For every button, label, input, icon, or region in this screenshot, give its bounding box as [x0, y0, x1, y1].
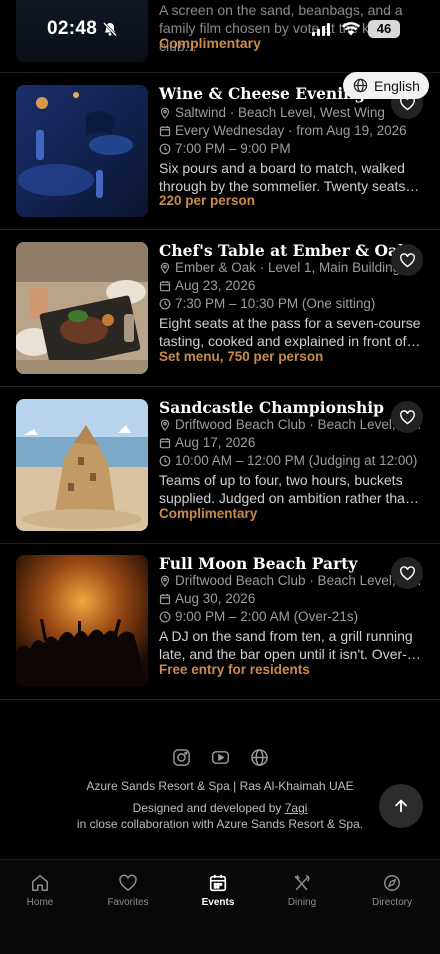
event-thumbnail [16, 555, 148, 687]
clock-icon [159, 143, 171, 154]
map-pin-icon [160, 575, 170, 587]
nav-events[interactable]: Events [174, 873, 262, 908]
event-location: Driftwood Beach Club · Beach Level, East… [159, 573, 423, 588]
compass-icon [384, 875, 400, 891]
event-location: Ember & Oak · Level 1, Main Building [159, 260, 423, 275]
event-title: Wine & Cheese Evening [159, 84, 366, 103]
event-date: Aug 17, 2026 [159, 435, 423, 450]
nav-dining[interactable]: Dining [258, 873, 346, 908]
event-title: Chef's Table at Ember & Oak [159, 241, 409, 260]
calendar-icon [159, 125, 171, 136]
heart-icon [399, 409, 415, 424]
language-switcher[interactable]: English [343, 72, 429, 99]
home-icon [32, 875, 48, 891]
event-time: 7:30 PM – 10:30 PM (One sitting) [159, 296, 423, 311]
calendar-icon [159, 280, 171, 291]
youtube-icon[interactable] [211, 748, 230, 767]
credit-link[interactable]: 7agi [285, 801, 308, 815]
language-label: English [374, 77, 420, 94]
event-price: Free entry for residents [159, 662, 310, 677]
event-title: Sandcastle Championship [159, 398, 384, 417]
heart-icon [399, 252, 415, 267]
event-time: 10:00 AM – 12:00 PM (Judging at 12:00) [159, 453, 423, 468]
event-location: Saltwind · Beach Level, West Wing [159, 105, 423, 120]
favorite-button[interactable] [391, 401, 423, 433]
status-bar: 02:48 46 [0, 0, 440, 60]
event-date: Aug 30, 2026 [159, 591, 423, 606]
event-item[interactable]: Full Moon Beach Party Driftwood Beach Cl… [0, 543, 440, 700]
map-pin-icon [160, 262, 170, 274]
heart-icon [119, 874, 137, 892]
bottom-navigation: Home Favorites Events Dining Directory [0, 859, 440, 954]
footer-credit: Designed and developed by 7agi [132, 801, 308, 815]
event-date: Aug 23, 2026 [159, 278, 423, 293]
event-thumbnail [16, 399, 148, 531]
calendar-icon [159, 593, 171, 604]
globe-icon[interactable] [250, 748, 269, 767]
calendar-icon [159, 437, 171, 448]
event-thumbnail [16, 85, 148, 217]
event-location: Driftwood Beach Club · Beach Level, East… [159, 417, 423, 432]
favorite-button[interactable] [391, 557, 423, 589]
clock-icon [159, 298, 171, 309]
event-description: Teams of up to four, two hours, buckets … [159, 472, 423, 506]
heart-icon [399, 565, 415, 580]
status-time: 02:48 [47, 18, 98, 39]
map-pin-icon [160, 107, 170, 119]
favorite-button[interactable] [391, 244, 423, 276]
event-item[interactable]: Chef's Table at Ember & Oak Ember & Oak … [0, 230, 440, 387]
footer-resort: Azure Sands Resort & Spa | Ras Al-Khaima… [86, 779, 354, 793]
nav-directory[interactable]: Directory [348, 873, 436, 908]
clock-icon [159, 611, 171, 622]
calendar-icon [209, 874, 227, 892]
social-links [0, 748, 440, 767]
event-price: 220 per person [159, 193, 256, 208]
event-item[interactable]: Sandcastle Championship Driftwood Beach … [0, 387, 440, 544]
map-pin-icon [160, 419, 170, 431]
event-price: Complimentary [159, 506, 258, 521]
globe-icon [353, 78, 368, 93]
event-title: Full Moon Beach Party [159, 554, 358, 573]
instagram-icon[interactable] [172, 748, 191, 767]
scroll-to-top-button[interactable] [379, 784, 423, 828]
footer-collaboration: in close collaboration with Azure Sands … [76, 817, 364, 831]
event-time: 7:00 PM – 9:00 PM [159, 141, 423, 156]
arrow-up-icon [395, 799, 407, 813]
utensils-icon [294, 875, 310, 891]
bell-muted-icon [103, 22, 117, 37]
wifi-icon [341, 22, 361, 36]
event-description: Six pours and a board to match, walked t… [159, 160, 423, 194]
event-time: 9:00 PM – 2:00 AM (Over-21s) [159, 609, 423, 624]
nav-favorites[interactable]: Favorites [84, 873, 172, 908]
event-date: Every Wednesday · from Aug 19, 2026 [159, 123, 423, 138]
event-description: A DJ on the sand from ten, a grill runni… [159, 628, 423, 662]
event-thumbnail [16, 242, 148, 374]
event-description: Eight seats at the pass for a seven-cour… [159, 315, 423, 349]
clock-icon [159, 455, 171, 466]
battery-indicator: 46 [368, 20, 400, 38]
signal-icon [312, 23, 330, 36]
event-price: Set menu, 750 per person [159, 349, 324, 364]
nav-home[interactable]: Home [0, 873, 84, 908]
